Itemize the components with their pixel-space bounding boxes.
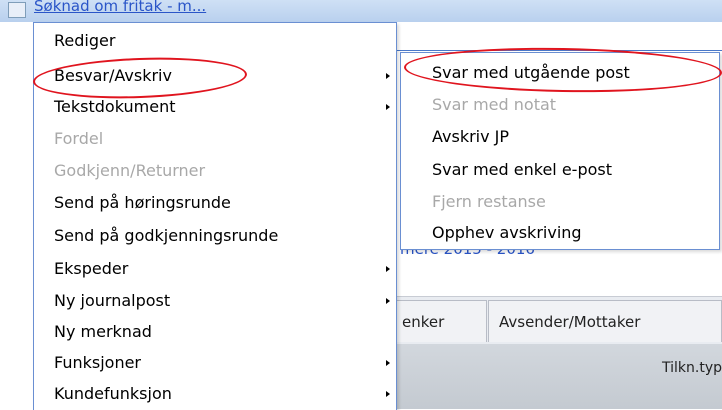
divider [395,50,722,51]
menu-item-label: Funksjoner [54,353,142,372]
grid-header [395,344,722,409]
submenu-item-avskriv-jp[interactable]: Avskriv JP [401,121,719,152]
menu-item-label: Ny merknad [54,322,152,341]
menu-item-fordel: Fordel [34,123,396,155]
menu-item-label: Fordel [54,129,104,148]
menu-item-send-horingsrunde[interactable]: Send på høringsrunde [34,187,396,219]
window-title-link[interactable]: Søknad om fritak - m... [34,0,206,15]
submenu-item-label: Svar med notat [432,95,557,114]
submenu-arrow-icon [386,73,390,79]
menu-item-label: Ekspeder [54,259,129,278]
menu-item-besvar-avskriv[interactable]: Besvar/Avskriv [34,60,396,92]
menu-item-send-godkjenningsrunde[interactable]: Send på godkjenningsrunde [34,220,396,252]
submenu-arrow-icon [386,391,390,397]
menu-item-label: Send på høringsrunde [54,193,231,212]
menu-item-rediger[interactable]: Rediger [34,25,396,57]
menu-item-tekstdokument[interactable]: Tekstdokument [34,91,396,123]
submenu-item-opphev-avskriving[interactable]: Opphev avskriving [401,217,719,248]
submenu-arrow-icon [386,298,390,304]
menu-item-kundefunksjon[interactable]: Kundefunksjon [34,378,396,410]
submenu-arrow-icon [386,104,390,110]
menu-item-label: Besvar/Avskriv [54,66,172,85]
submenu-arrow-icon [386,360,390,366]
column-header-tilkn-typ[interactable]: Tilkn.typ [662,360,722,376]
menu-item-ekspeder[interactable]: Ekspeder [34,253,396,285]
menu-item-label: Tekstdokument [54,97,176,116]
menu-item-label: Kundefunksjon [54,384,172,403]
menu-item-label: Rediger [54,31,116,50]
submenu-item-label: Opphev avskriving [432,223,582,242]
document-icon [8,2,26,18]
submenu-item-fjern-restanse: Fjern restanse [401,186,719,217]
tab-avsender-mottaker[interactable]: Avsender/Mottaker [488,300,722,342]
context-menu: Rediger Besvar/Avskriv Tekstdokument For… [33,22,397,410]
submenu-arrow-icon [386,266,390,272]
submenu-item-svar-notat: Svar med notat [401,89,719,120]
window-title-bar: Søknad om fritak - m... [0,0,722,22]
tab-vedlegg[interactable]: enker [395,300,487,342]
submenu-besvar-avskriv: Svar med utgående post Svar med notat Av… [400,52,720,250]
submenu-item-label: Fjern restanse [432,192,546,211]
menu-item-label: Godkjenn/Returner [54,161,206,180]
menu-item-godkjenn-returner: Godkjenn/Returner [34,155,396,187]
menu-item-label: Send på godkjenningsrunde [54,226,279,245]
submenu-item-label: Svar med utgående post [432,63,630,82]
submenu-item-svar-utgaende-post[interactable]: Svar med utgående post [401,57,719,88]
menu-item-label: Ny journalpost [54,291,171,310]
menu-item-ny-merknad[interactable]: Ny merknad [34,316,396,348]
menu-item-funksjoner[interactable]: Funksjoner [34,347,396,379]
submenu-item-svar-enkel-epost[interactable]: Svar med enkel e-post [401,154,719,185]
menu-item-ny-journalpost[interactable]: Ny journalpost [34,285,396,317]
submenu-item-label: Avskriv JP [432,127,510,146]
submenu-item-label: Svar med enkel e-post [432,160,612,179]
